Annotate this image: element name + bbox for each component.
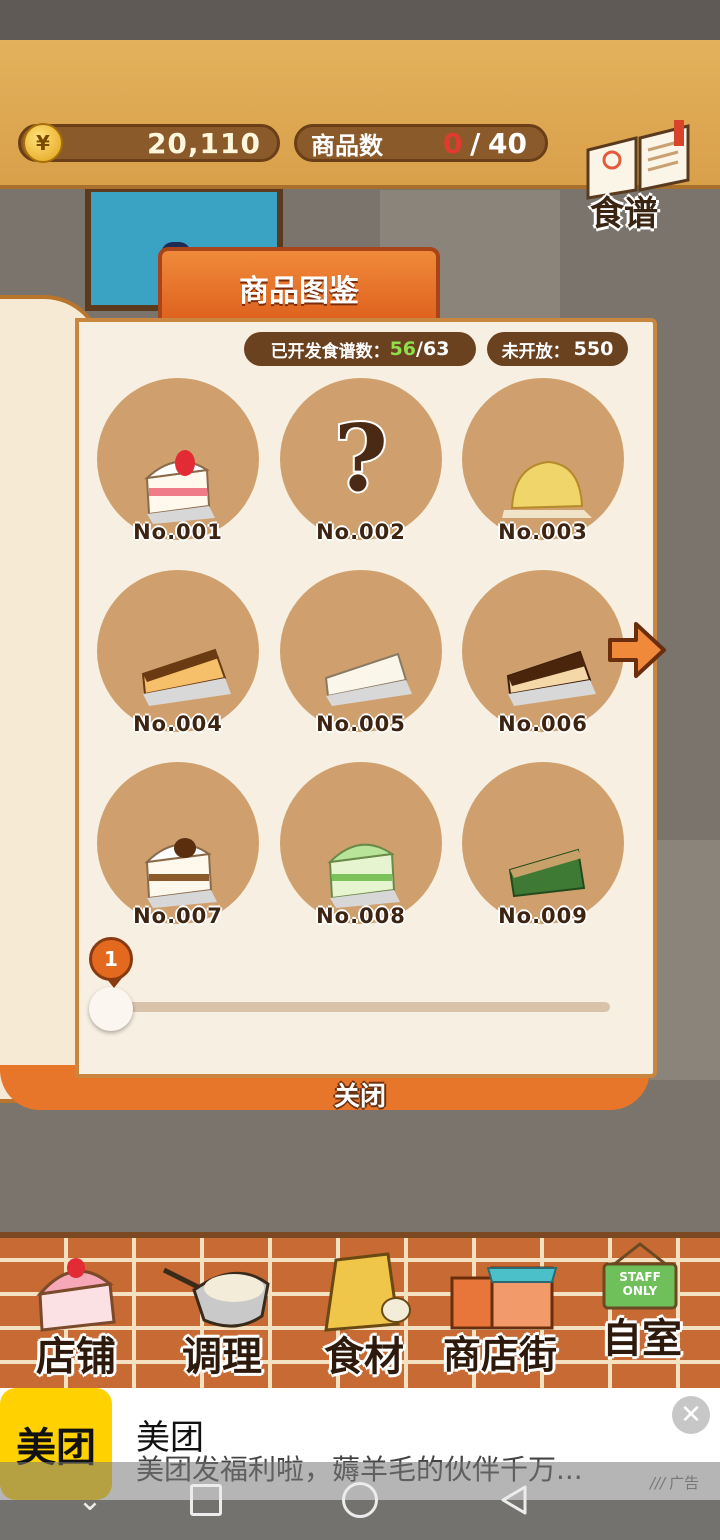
shop-street-icon xyxy=(450,1266,558,1330)
status-strip xyxy=(0,0,720,40)
recipe-item[interactable]: ? No.002 xyxy=(280,378,442,548)
product-count-total: 40 xyxy=(488,126,527,160)
background-shelf-right xyxy=(650,840,720,1080)
chevron-down-icon[interactable]: ⌄ xyxy=(60,1470,120,1530)
item-number: No.008 xyxy=(316,904,406,928)
product-count-separator: / xyxy=(470,126,481,160)
back-triangle xyxy=(501,1485,527,1515)
developed-recipes-total: /63 xyxy=(416,338,450,360)
page-slider-track[interactable] xyxy=(110,1002,610,1012)
cheesecake-icon xyxy=(141,648,231,706)
recipe-item[interactable]: No.008 xyxy=(280,762,442,932)
unopened-badge: 未开放： 550 xyxy=(487,332,628,366)
item-number: No.001 xyxy=(133,520,223,544)
back-icon[interactable] xyxy=(484,1470,544,1530)
ad-tag-icon: /// xyxy=(650,1474,666,1492)
money-value: 20,110 xyxy=(146,126,261,160)
question-mark-icon: ? xyxy=(332,402,390,514)
recipe-item[interactable]: No.006 xyxy=(462,570,624,740)
book-title-tab: 商品图鉴 xyxy=(158,247,440,325)
rare-cheesecake-icon xyxy=(324,652,412,706)
recipe-label: 食谱 xyxy=(590,194,658,234)
developed-recipes-badge: 已开发食谱数： 56 /63 xyxy=(244,332,476,366)
item-number: No.005 xyxy=(316,712,406,736)
unopened-label: 未开放： xyxy=(501,341,570,362)
item-number: No.004 xyxy=(133,712,223,736)
cake-icon xyxy=(36,1258,116,1332)
nav-ingredients[interactable]: 食材 xyxy=(292,1240,436,1380)
item-number: No.003 xyxy=(498,520,588,544)
melon-bread-icon xyxy=(502,460,592,518)
nav-shop[interactable]: 店铺 xyxy=(4,1240,148,1380)
next-page-arrow-icon[interactable] xyxy=(606,618,668,682)
nav-shopping-street[interactable]: 商店街 xyxy=(428,1240,572,1380)
page-indicator-bubble: 1 xyxy=(89,937,133,988)
item-number: No.009 xyxy=(498,904,588,928)
home-circle xyxy=(342,1482,378,1518)
nav-label: 商店街 xyxy=(442,1333,557,1377)
close-button[interactable]: 关闭 xyxy=(290,1072,430,1116)
nav-label: 调理 xyxy=(182,1334,262,1380)
matcha-shortcake-icon xyxy=(327,843,400,908)
ingredient-bag-icon xyxy=(324,1252,411,1332)
item-number: No.002 xyxy=(316,520,406,544)
developed-recipes-value: 56 xyxy=(389,338,417,360)
page-slider-thumb[interactable] xyxy=(89,987,133,1031)
staff-sign-text: STAFF ONLY xyxy=(619,1270,661,1298)
nav-private-room[interactable]: STAFF ONLY 自室 xyxy=(570,1240,714,1380)
item-number: No.006 xyxy=(498,712,588,736)
recent-apps-square xyxy=(190,1484,222,1516)
nav-label: 自室 xyxy=(602,1316,682,1362)
product-count-current: 0 xyxy=(442,126,463,160)
recipe-item[interactable]: No.009 xyxy=(462,762,624,932)
unopened-value: 550 xyxy=(573,338,614,360)
product-count-label: 商品数 xyxy=(311,131,383,160)
recipe-button[interactable]: 食谱 xyxy=(578,120,698,234)
recipe-item[interactable]: No.005 xyxy=(280,570,442,740)
strawberry-shortcake-icon xyxy=(144,450,215,524)
yen-coin-icon: ¥ xyxy=(23,123,63,163)
item-number: No.007 xyxy=(133,904,223,928)
product-count-values: 0 / 40 xyxy=(443,127,527,160)
recipe-item[interactable]: No.004 xyxy=(97,570,259,740)
ad-tag: ///广告 xyxy=(650,1472,699,1493)
nav-label: 食材 xyxy=(324,1334,404,1380)
matcha-cake-icon xyxy=(508,848,586,898)
recipe-item[interactable]: No.003 xyxy=(462,378,624,548)
currency-symbol: ¥ xyxy=(36,131,50,155)
nav-label: 店铺 xyxy=(36,1334,116,1380)
recipe-item[interactable]: No.001 xyxy=(97,378,259,548)
money-display: ¥ 20,110 xyxy=(18,123,280,163)
chocolate-cheesecake-icon xyxy=(506,650,596,706)
home-icon[interactable] xyxy=(330,1470,390,1530)
close-icon[interactable]: ✕ xyxy=(672,1396,710,1434)
product-count-display: 商品数 0 / 40 xyxy=(294,124,548,162)
mixing-bowl-icon xyxy=(162,1267,270,1328)
recipe-item[interactable]: No.007 xyxy=(97,762,259,932)
recent-apps-icon[interactable] xyxy=(176,1470,236,1530)
ad-tag-text: 广告 xyxy=(669,1474,700,1492)
nav-cooking[interactable]: 调理 xyxy=(150,1240,294,1380)
svg-text:?: ? xyxy=(334,404,388,512)
developed-recipes-label: 已开发食谱数： xyxy=(270,341,390,362)
chestnut-shortcake-icon xyxy=(144,838,217,908)
